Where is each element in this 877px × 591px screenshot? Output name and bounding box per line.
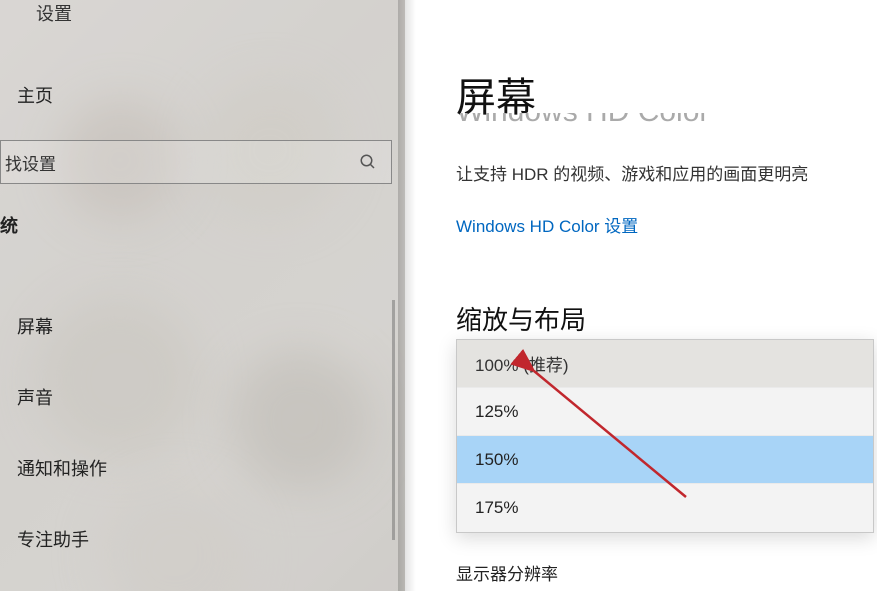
sidebar-scrollbar[interactable] bbox=[392, 300, 395, 540]
scale-option-100[interactable]: 100% (推荐) bbox=[457, 340, 873, 388]
hd-color-heading: Windows HD Color bbox=[456, 113, 709, 129]
scale-dropdown[interactable]: 100% (推荐) 125% 150% 175% bbox=[456, 339, 874, 533]
scale-option-150[interactable]: 150% bbox=[457, 436, 873, 484]
hd-color-link[interactable]: Windows HD Color 设置 bbox=[456, 212, 638, 237]
sidebar-item-notifications[interactable]: 通知和操作 bbox=[17, 455, 107, 481]
sidebar-item-sound[interactable]: 声音 bbox=[17, 384, 53, 410]
sidebar-overlay bbox=[0, 0, 405, 591]
home-link[interactable]: 主页 bbox=[17, 82, 53, 108]
scale-option-175[interactable]: 175% bbox=[457, 484, 873, 532]
main-content: 屏幕 Windows HD Color 让支持 HDR 的视频、游戏和应用的画面… bbox=[456, 0, 877, 591]
settings-title: 设置 bbox=[36, 0, 72, 26]
search-input[interactable]: 找设置 bbox=[0, 140, 392, 184]
scale-heading: 缩放与布局 bbox=[456, 300, 586, 337]
sidebar-item-display[interactable]: 屏幕 bbox=[17, 313, 53, 339]
hd-color-description: 让支持 HDR 的视频、游戏和应用的画面更明亮 bbox=[456, 160, 808, 185]
scale-option-125[interactable]: 125% bbox=[457, 388, 873, 436]
sidebar-item-focus-assist[interactable]: 专注助手 bbox=[17, 526, 89, 552]
category-label: 统 bbox=[0, 212, 18, 238]
search-icon bbox=[359, 153, 377, 171]
resolution-label: 显示器分辨率 bbox=[456, 560, 558, 585]
hd-color-heading-clip: Windows HD Color bbox=[456, 113, 709, 133]
search-placeholder: 找设置 bbox=[5, 150, 56, 175]
